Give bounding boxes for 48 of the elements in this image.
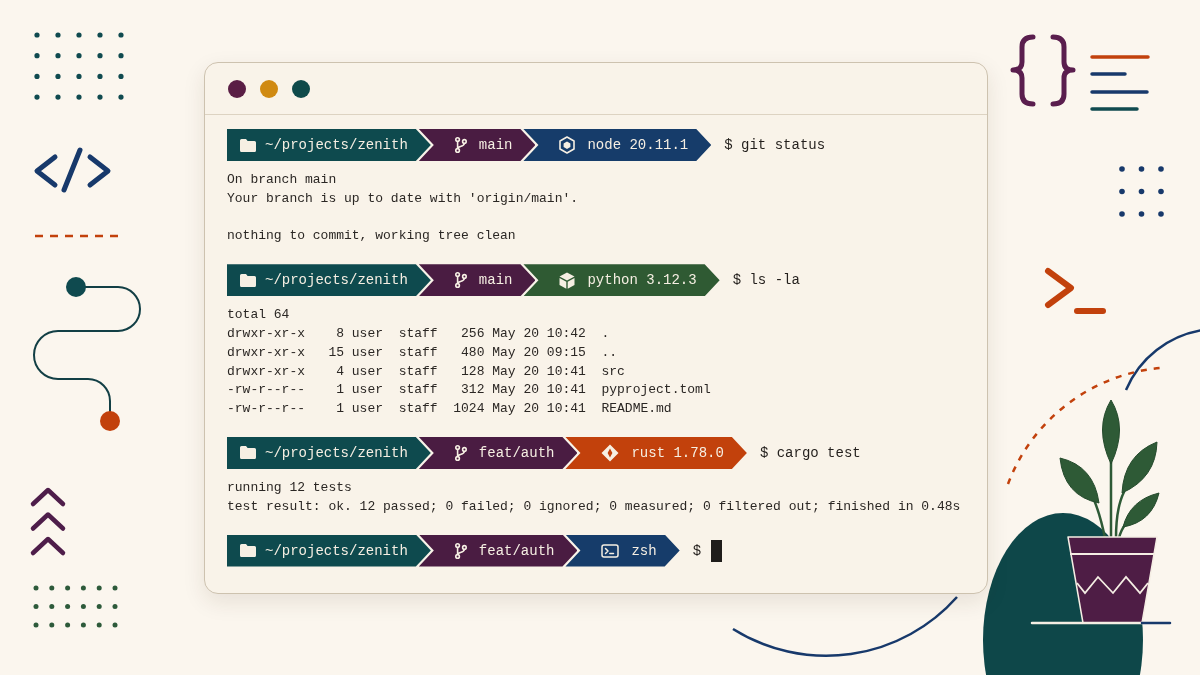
curly-braces-icon <box>1010 34 1076 107</box>
close-button[interactable] <box>228 79 246 98</box>
output-line: drwxr-xr-x 8 user staff 256 May 20 10:42 . <box>227 325 610 343</box>
text-lines-icon <box>1090 55 1150 111</box>
folder-icon <box>240 544 256 558</box>
output-line: nothing to commit, working tree clean <box>227 227 516 246</box>
folder-icon <box>240 273 256 287</box>
output-line: drwxr-xr-x 15 user staff 480 May 20 09:15 .. <box>227 343 618 362</box>
directory-path: ~/projects/zenith <box>265 137 408 153</box>
command-text: $ <box>692 542 702 559</box>
directory-path: ~/projects/zenith <box>265 542 408 559</box>
branch-name: feat/auth <box>478 444 555 461</box>
terminal-icon <box>601 543 620 558</box>
branch-name: feat/auth <box>478 542 555 559</box>
minimize-button[interactable] <box>260 79 278 98</box>
dot-grid-drawing <box>1119 166 1164 217</box>
shell-name: zsh <box>631 542 657 559</box>
output-line: running 12 tests <box>227 478 352 497</box>
directory-path: ~/projects/zenith <box>265 444 408 461</box>
runtime-version: rust 1.78.0 <box>631 444 724 461</box>
branch-icon <box>454 272 467 289</box>
cube-icon <box>559 271 576 289</box>
output-line: On branch main <box>227 171 337 189</box>
hexagon-icon <box>559 136 576 154</box>
command-text: $ ls -la <box>732 272 800 289</box>
folder-icon <box>240 446 256 460</box>
branch-icon <box>454 542 467 559</box>
terminal-prompt-icon <box>1045 268 1106 314</box>
diamond-icon <box>601 443 620 462</box>
command-text: $ cargo test <box>759 444 861 461</box>
output-line: drwxr-xr-x 4 user staff 128 May 20 10:41 src <box>227 362 625 381</box>
code-icon <box>34 147 111 193</box>
runtime-version: python 3.12.3 <box>587 272 697 289</box>
branch-name: main <box>478 272 513 289</box>
directory-path: ~/projects/zenith <box>265 272 408 289</box>
output-line: total 64 <box>227 306 290 325</box>
maximize-button[interactable] <box>292 79 310 98</box>
output-line: -rw-r--r-- 1 user staff 312 May 20 10:41 pyproject.toml <box>227 381 711 400</box>
output-line: test result: ok. 12 passed; 0 failed; 0 ignored; 0 measured; 0 filtered out; finished in 0.48s <box>227 497 961 516</box>
branch-icon <box>454 137 467 153</box>
command-text: $ git status <box>724 137 826 153</box>
chevrons-drawing <box>30 487 66 556</box>
output-line: Your branch is up to date with 'origin/main'. <box>227 189 579 208</box>
branch-icon <box>454 444 467 461</box>
runtime-version: node 20.11.1 <box>587 137 689 153</box>
output-line: -rw-r--r-- 1 user staff 1024 May 20 10:41 README.md <box>227 400 672 419</box>
branch-name: main <box>478 137 513 153</box>
folder-icon <box>240 138 256 152</box>
